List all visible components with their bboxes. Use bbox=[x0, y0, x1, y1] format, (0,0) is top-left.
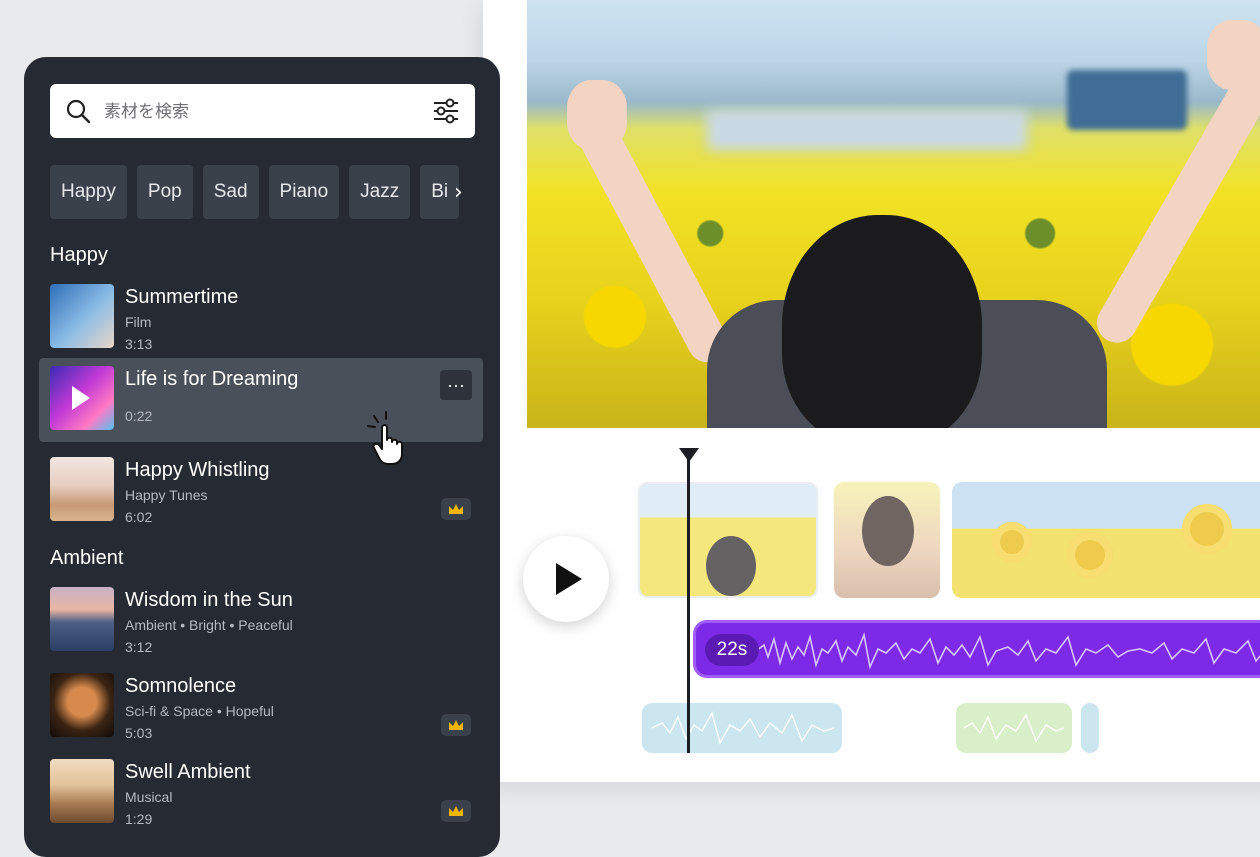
track-thumbnail bbox=[50, 587, 114, 651]
category-chips: Happy Pop Sad Piano Jazz Bi bbox=[50, 165, 480, 219]
chip-happy[interactable]: Happy bbox=[50, 165, 127, 219]
playhead-line[interactable] bbox=[687, 455, 690, 753]
filter-icon[interactable] bbox=[432, 97, 460, 125]
premium-crown-icon bbox=[441, 714, 471, 736]
audio-duration-badge: 22s bbox=[705, 634, 759, 666]
waveform-icon bbox=[756, 632, 1260, 670]
track-thumbnail bbox=[50, 673, 114, 737]
chip-jazz[interactable]: Jazz bbox=[349, 165, 411, 219]
timeline-audio-clip-2[interactable] bbox=[956, 703, 1072, 753]
track-subtitle: Film bbox=[125, 314, 152, 330]
play-icon[interactable] bbox=[72, 386, 90, 410]
track-duration: 1:29 bbox=[125, 811, 153, 827]
track-subtitle: Sci-fi & Space • Hopeful bbox=[125, 703, 274, 719]
search-icon bbox=[66, 99, 91, 124]
track-title: Summertime bbox=[125, 286, 239, 308]
section-title-ambient: Ambient bbox=[50, 547, 124, 569]
video-preview-image bbox=[527, 0, 1260, 428]
chevron-right-icon[interactable]: › bbox=[454, 180, 463, 205]
timeline-audio-clip-3[interactable] bbox=[1081, 703, 1099, 753]
track-title: Wisdom in the Sun bbox=[125, 589, 293, 611]
waveform-icon bbox=[651, 711, 835, 745]
track-item-active[interactable]: Life is for Dreaming 0:22 ··· bbox=[39, 358, 483, 442]
track-thumbnail bbox=[50, 457, 114, 521]
timeline-clip-1[interactable] bbox=[638, 482, 818, 598]
chip-pop[interactable]: Pop bbox=[136, 165, 193, 219]
more-options-button[interactable]: ··· bbox=[440, 370, 472, 400]
track-subtitle: Musical bbox=[125, 789, 173, 805]
timeline-clip-2[interactable] bbox=[834, 482, 940, 598]
track-title: Swell Ambient bbox=[125, 761, 251, 783]
timeline-audio-clip-1[interactable] bbox=[642, 703, 842, 753]
track-duration: 6:02 bbox=[125, 509, 153, 525]
timeline-play-button[interactable] bbox=[523, 536, 609, 622]
premium-crown-icon bbox=[441, 498, 471, 520]
track-item[interactable]: Summertime Film 3:13 bbox=[39, 276, 483, 360]
track-item[interactable]: Swell Ambient Musical 1:29 bbox=[39, 751, 483, 835]
search-bar bbox=[50, 84, 475, 138]
track-title: Life is for Dreaming bbox=[125, 368, 299, 390]
timeline-audio-track-main[interactable] bbox=[693, 620, 1260, 678]
track-duration: 0:22 bbox=[125, 408, 153, 424]
chip-sad[interactable]: Sad bbox=[202, 165, 259, 219]
track-duration: 5:03 bbox=[125, 725, 153, 741]
track-title: Somnolence bbox=[125, 675, 237, 697]
track-duration: 3:13 bbox=[125, 336, 153, 352]
timeline-clip-3[interactable] bbox=[952, 482, 1260, 598]
play-icon bbox=[556, 563, 582, 595]
chip-piano[interactable]: Piano bbox=[268, 165, 340, 219]
track-subtitle: Happy Tunes bbox=[125, 487, 208, 503]
hand-cursor-icon bbox=[367, 411, 403, 465]
track-thumbnail[interactable] bbox=[50, 366, 114, 430]
track-title: Happy Whistling bbox=[125, 459, 270, 481]
search-input[interactable] bbox=[102, 95, 416, 129]
track-item[interactable]: Wisdom in the Sun Ambient • Bright • Pea… bbox=[39, 579, 483, 663]
track-thumbnail bbox=[50, 284, 114, 348]
track-duration: 3:12 bbox=[125, 639, 153, 655]
track-item[interactable]: Somnolence Sci-fi & Space • Hopeful 5:03 bbox=[39, 665, 483, 749]
track-subtitle: Ambient • Bright • Peaceful bbox=[125, 617, 293, 633]
premium-crown-icon bbox=[441, 800, 471, 822]
track-thumbnail bbox=[50, 759, 114, 823]
waveform-icon bbox=[963, 713, 1065, 743]
section-title-happy: Happy bbox=[50, 244, 108, 266]
track-item[interactable]: Happy Whistling Happy Tunes 6:02 bbox=[39, 449, 483, 533]
